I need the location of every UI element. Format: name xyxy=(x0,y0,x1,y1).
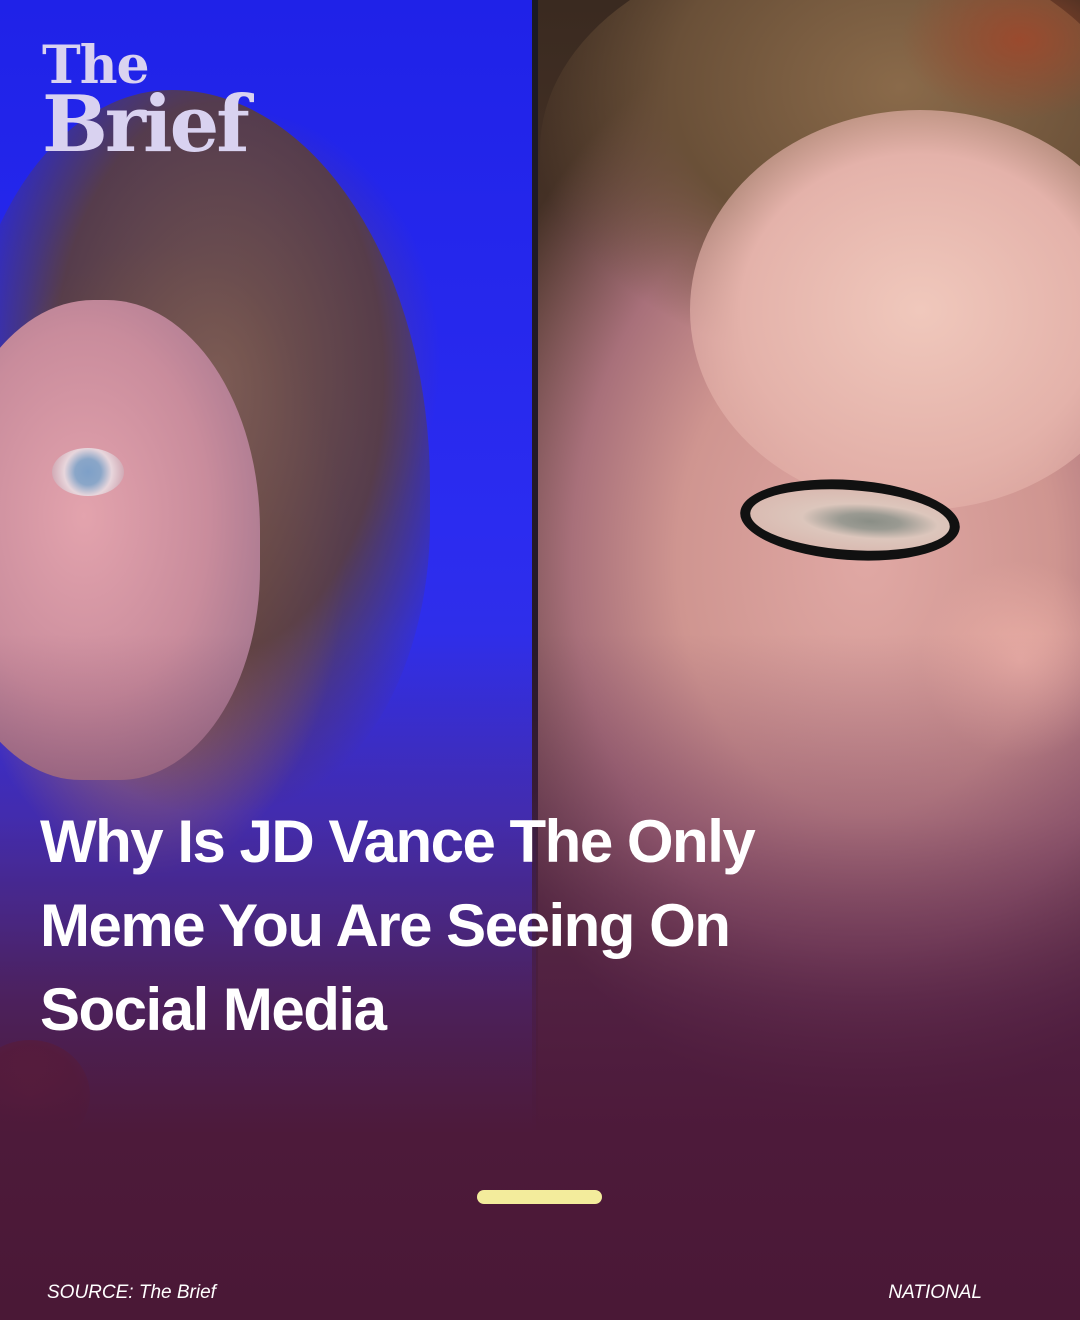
story-card[interactable]: The Brief Why Is JD Vance The Only Meme … xyxy=(0,0,1080,1320)
category-label: NATIONAL xyxy=(888,1282,982,1303)
brand-logo: The Brief xyxy=(42,40,250,170)
story-headline: Why Is JD Vance The Only Meme You Are Se… xyxy=(40,808,756,1043)
source-credit: SOURCE: The Brief xyxy=(47,1282,216,1303)
story-footer: SOURCE: The Brief NATIONAL xyxy=(47,1282,982,1304)
gradient-overlay xyxy=(0,0,1080,1320)
page-indicator xyxy=(477,1190,602,1204)
brand-logo-line2: Brief xyxy=(42,79,250,170)
